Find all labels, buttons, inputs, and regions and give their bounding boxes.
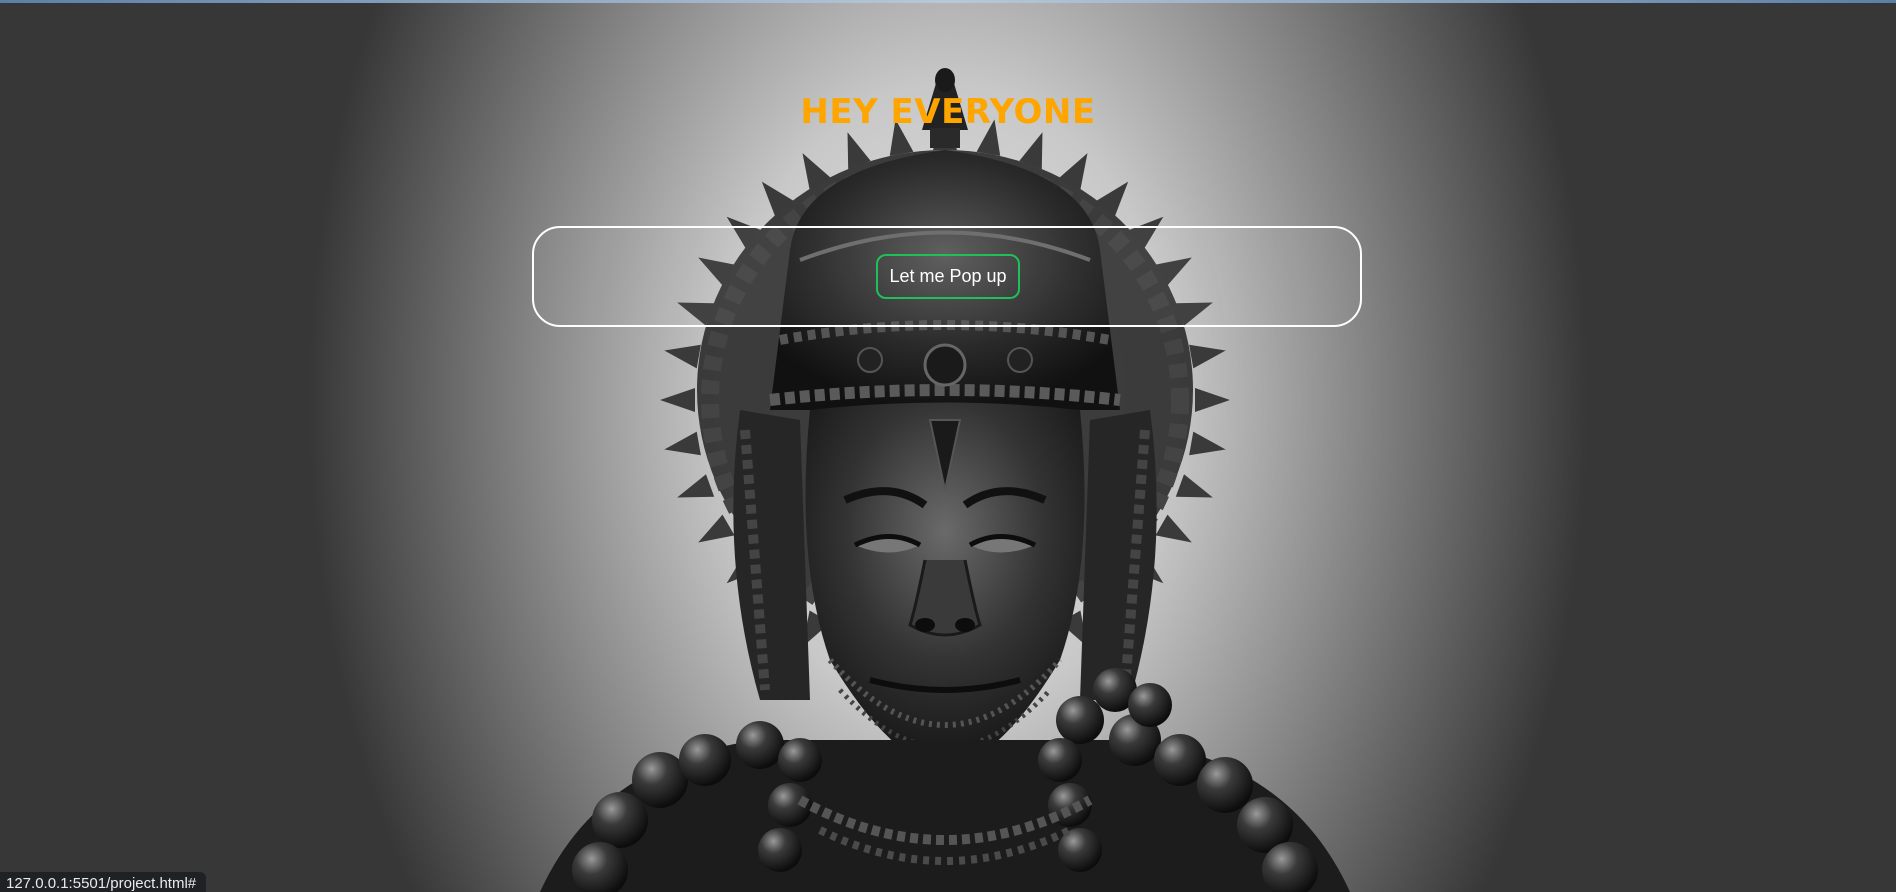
statue-background-image (540, 68, 1350, 892)
page: HEY EVERYONE Let me Pop up 127.0.0.1:550… (0, 0, 1896, 892)
status-bar-url: 127.0.0.1:5501/project.html# (0, 872, 207, 892)
pop-up-button[interactable]: Let me Pop up (876, 254, 1020, 299)
page-heading: HEY EVERYONE (800, 92, 1096, 132)
